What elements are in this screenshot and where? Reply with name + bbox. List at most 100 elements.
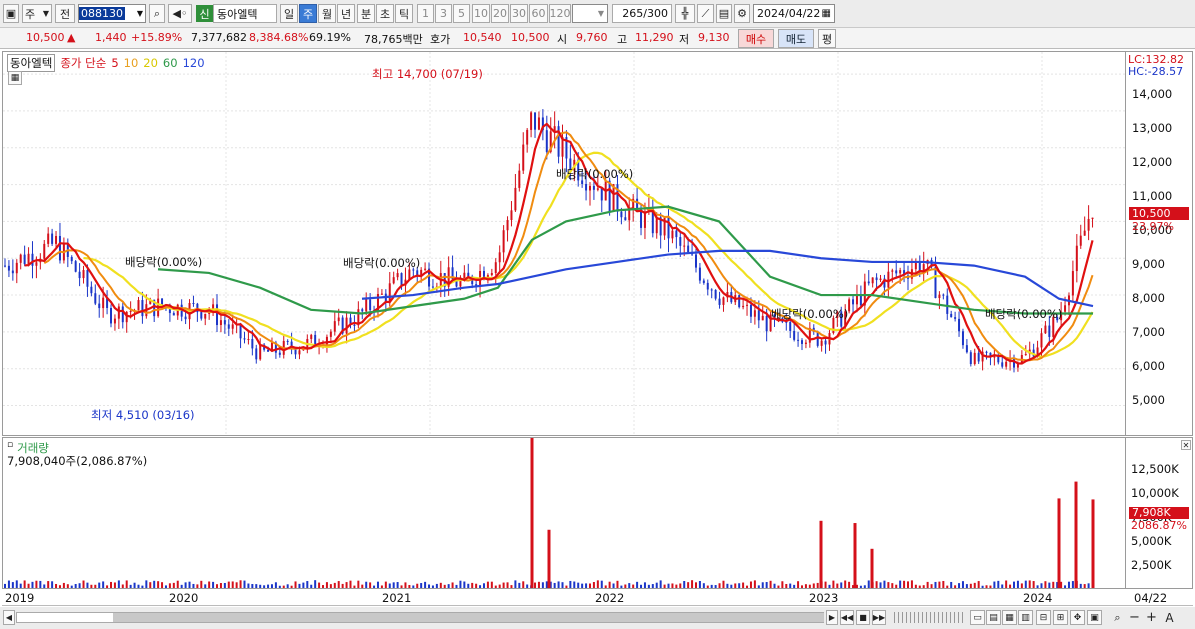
volume-bar — [1083, 584, 1086, 588]
gear-icon[interactable]: ⚙ — [734, 4, 750, 23]
volume-bar — [547, 529, 551, 588]
magnifier-icon[interactable]: ⌕ — [1110, 610, 1125, 625]
interval-1-button[interactable]: 1 — [417, 4, 434, 23]
volume-bar — [797, 581, 800, 588]
volume-bar — [907, 581, 910, 588]
avg-button[interactable]: 평 — [818, 29, 836, 48]
speed-slider[interactable] — [894, 612, 966, 623]
toolbar: ▣ 주 ▼ 전 088130 ▼ ⌕ ◀◦ 신 동아엘텍 일 주 월 년 분 초 틱… — [0, 0, 1195, 28]
volume-bar — [573, 581, 576, 588]
volume-bar — [659, 580, 662, 588]
search-icon[interactable]: ⌕ — [149, 4, 165, 23]
volume-bar — [19, 583, 22, 588]
scroll-right-icon[interactable]: ▶ — [826, 610, 838, 625]
candle-body — [824, 340, 827, 345]
candle-body — [498, 252, 501, 263]
volume-bar — [899, 580, 902, 588]
zoom-in-icon[interactable]: + — [1144, 610, 1159, 625]
sell-button[interactable]: 매도 — [778, 29, 814, 48]
interval-dropdown[interactable]: ▼ — [572, 4, 608, 23]
interval-60-button[interactable]: 60 — [529, 4, 548, 23]
period-month-button[interactable]: 월 — [318, 4, 336, 23]
count-field[interactable]: 265/300 — [612, 4, 672, 23]
volume-bar — [816, 582, 819, 588]
interval-20-button[interactable]: 20 — [491, 4, 509, 23]
stop-icon[interactable]: ■ — [856, 610, 870, 625]
layout-3-icon[interactable]: ▦ — [1002, 610, 1017, 625]
candle-body — [251, 339, 254, 349]
candle-body — [694, 254, 697, 268]
candle-body — [11, 270, 14, 274]
interval-120-button[interactable]: 120 — [549, 4, 571, 23]
rewind-icon[interactable]: ◀◀ — [840, 610, 854, 625]
layout-2-icon[interactable]: ▤ — [986, 610, 1001, 625]
period-second-button[interactable]: 초 — [376, 4, 394, 23]
stock-name-field[interactable]: 동아엘텍 — [213, 4, 277, 23]
scroll-thumb[interactable] — [113, 613, 824, 622]
interval-10-button[interactable]: 10 — [472, 4, 490, 23]
speaker-icon[interactable]: ◀◦ — [168, 4, 192, 23]
date-field[interactable]: 2024/04/22 ▦ — [753, 4, 835, 23]
zoom-out-icon[interactable]: − — [1127, 610, 1142, 625]
volume-bar — [938, 581, 941, 588]
fast-forward-icon[interactable]: ▶▶ — [872, 610, 886, 625]
volume-bar — [722, 580, 725, 588]
volume-bar — [875, 581, 878, 588]
price-chart-pane[interactable]: 동아엘텍 종가 단순 5 10 20 60 120 ▦ 최고 14,700 (0… — [2, 51, 1126, 436]
period-year-button[interactable]: 년 — [337, 4, 355, 23]
volume-bar — [337, 581, 340, 588]
volume-bar — [1013, 581, 1016, 588]
scroll-left-icon[interactable]: ◀ — [3, 610, 15, 625]
mode-select[interactable]: 주 ▼ — [22, 4, 52, 23]
zoom-out-area-icon[interactable]: ⊟ — [1036, 610, 1051, 625]
zoom-in-area-icon[interactable]: ⊞ — [1053, 610, 1068, 625]
calendar-icon[interactable]: ▦ — [822, 8, 831, 19]
period-week-button[interactable]: 주 — [299, 4, 317, 23]
volume-bar — [223, 582, 226, 588]
capture-icon[interactable]: ▣ — [1087, 610, 1102, 625]
chart-settings-icon[interactable]: ▣ — [3, 4, 19, 23]
buy-button[interactable]: 매수 — [738, 29, 774, 48]
volume-bar — [55, 583, 58, 588]
candle-body — [380, 293, 383, 295]
close-icon[interactable]: ✕ — [1181, 440, 1191, 450]
layout-4-icon[interactable]: ▥ — [1018, 610, 1033, 625]
code-dropdown-icon[interactable]: ▼ — [137, 9, 145, 18]
candle-body — [1040, 333, 1043, 348]
candle-icon[interactable]: ╬ — [675, 4, 695, 23]
code-field[interactable]: 088130 ▼ — [78, 4, 146, 23]
candle-body — [757, 310, 760, 321]
interval-3-button[interactable]: 3 — [435, 4, 452, 23]
period-day-button[interactable]: 일 — [280, 4, 298, 23]
volume: 7,377,682 — [191, 31, 247, 44]
candle-body — [1001, 362, 1004, 367]
draw-line-icon[interactable]: ⟋ — [697, 4, 714, 23]
volume-bar — [569, 580, 572, 588]
font-size-icon[interactable]: A — [1161, 610, 1178, 625]
save-icon[interactable]: ▤ — [716, 4, 732, 23]
calculator-icon[interactable]: ▦ — [8, 71, 22, 85]
volume-bar — [734, 583, 737, 588]
layout-1-icon[interactable]: ▭ — [970, 610, 985, 625]
volume-bar — [51, 581, 54, 588]
scroll-track[interactable] — [16, 612, 824, 623]
count-total: /300 — [643, 7, 668, 20]
interval-5-button[interactable]: 5 — [453, 4, 470, 23]
period-minute-button[interactable]: 분 — [357, 4, 375, 23]
volume-bar — [353, 585, 356, 588]
period-tick-button[interactable]: 틱 — [395, 4, 413, 23]
volume-bar — [322, 585, 325, 588]
candle-body — [141, 300, 144, 317]
legend-stock-name[interactable]: 동아엘텍 — [7, 54, 56, 72]
crosshair-icon[interactable]: ✥ — [1070, 610, 1085, 625]
volume-bar — [137, 584, 140, 588]
interval-30-button[interactable]: 30 — [510, 4, 528, 23]
candle-body — [369, 299, 372, 311]
volume-chart-pane[interactable]: ▫ 거래량 7,908,040주(2,086.87%) — [2, 437, 1126, 589]
volume-tick: 10,000K — [1131, 486, 1179, 500]
volume-bar — [824, 581, 827, 588]
prev-button[interactable]: 전 — [55, 4, 75, 23]
candle-body — [934, 266, 937, 299]
volume-bar — [636, 581, 639, 588]
candle-body — [243, 338, 246, 340]
